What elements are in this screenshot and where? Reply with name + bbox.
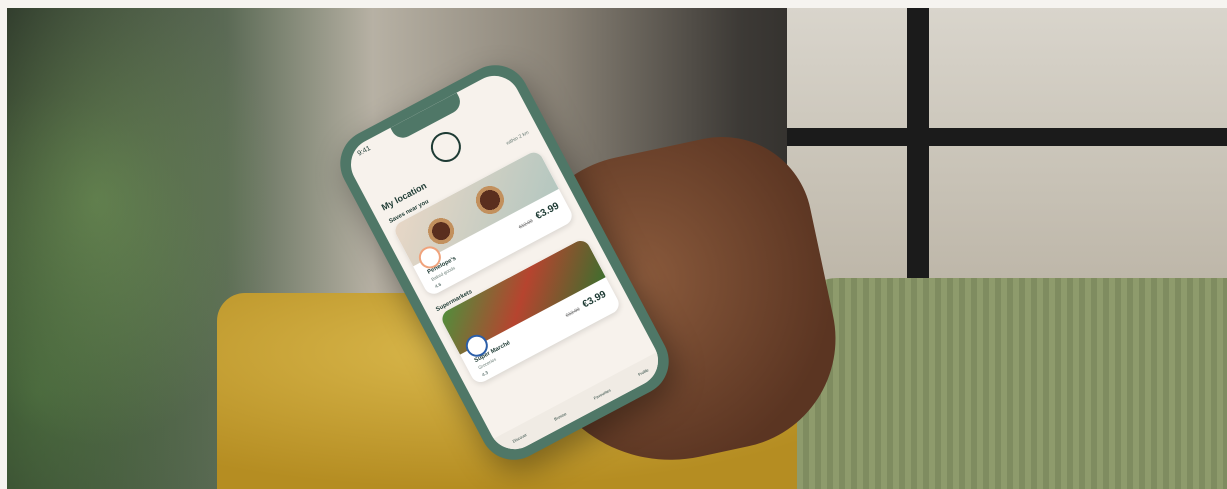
green-sweater-sleeve	[797, 278, 1227, 489]
window-frame	[907, 8, 929, 308]
photo-scene: 9:41 My location within 2 km Saves near …	[7, 8, 1227, 489]
rating: 4.3	[481, 369, 489, 378]
status-time: 9:41	[356, 145, 372, 158]
nav-discover[interactable]: Discover	[511, 432, 527, 444]
old-price: €12.00	[517, 218, 535, 231]
window-background	[787, 8, 1227, 288]
price: €3.99	[533, 200, 562, 223]
nav-favourites[interactable]: Favourites	[593, 387, 612, 400]
price: €3.99	[580, 288, 609, 311]
old-price: €12.00	[564, 306, 582, 319]
window-frame	[787, 128, 1227, 146]
nav-profile[interactable]: Profile	[637, 367, 649, 377]
nav-browse[interactable]: Browse	[553, 411, 567, 422]
location-subtitle: within 2 km	[505, 129, 531, 147]
rating: 4.6	[434, 281, 443, 290]
